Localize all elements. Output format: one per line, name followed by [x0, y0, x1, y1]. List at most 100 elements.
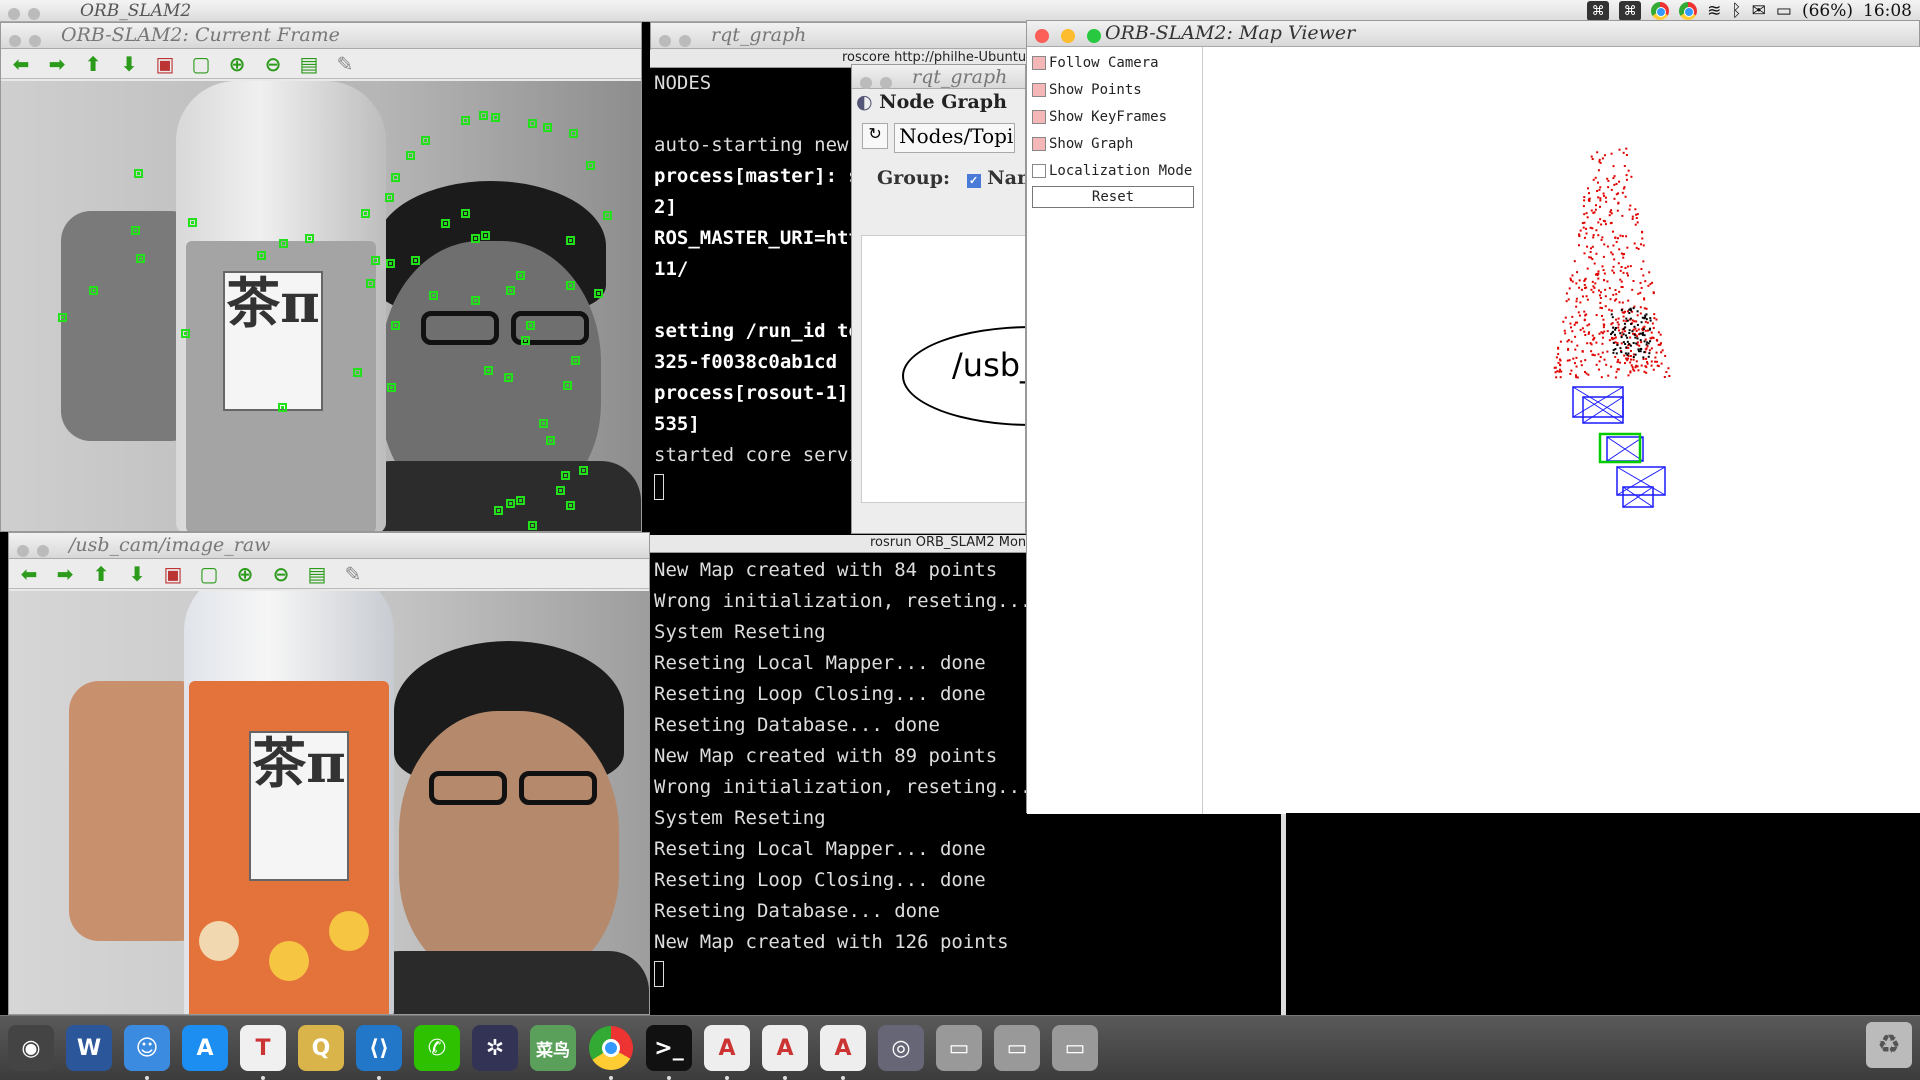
image-raw-titlebar[interactable]: /usb_cam/image_raw	[9, 533, 649, 559]
map-point	[1555, 376, 1558, 379]
arrow-down-icon[interactable]: ⬇	[123, 562, 151, 586]
checkbox[interactable]	[1032, 163, 1046, 178]
checkbox[interactable]	[1032, 82, 1046, 97]
window-controls[interactable]	[659, 30, 699, 52]
reset-button[interactable]: Reset	[1032, 186, 1194, 208]
save-icon[interactable]: ▤	[303, 562, 331, 586]
chrome-icon[interactable]	[1679, 2, 1698, 20]
app-store-icon[interactable]: A	[182, 1025, 228, 1071]
checkbox[interactable]	[1032, 109, 1046, 124]
zoom-out-icon[interactable]: ⊖	[259, 52, 287, 76]
arrow-up-icon[interactable]: ⬆	[79, 52, 107, 76]
orbslam-terminal-tab[interactable]: rosrun ORB_SLAM2 Mon	[650, 535, 1026, 553]
localization-mode-toggle[interactable]: Localization Mode	[1027, 157, 1202, 184]
close-icon[interactable]	[1035, 29, 1049, 43]
map-point	[1569, 277, 1572, 280]
network-icon[interactable]: ✲	[472, 1025, 518, 1071]
word-icon[interactable]: W	[66, 1025, 112, 1071]
show-graph-toggle[interactable]: Show Graph	[1027, 130, 1202, 157]
map-point	[1612, 244, 1615, 247]
rqt-titlebar[interactable]: rqt_graph	[852, 65, 1025, 89]
runoob-icon[interactable]: 菜鸟	[530, 1025, 576, 1071]
current-frame-titlebar[interactable]: ORB-SLAM2: Current Frame	[1, 23, 641, 49]
window-controls[interactable]	[17, 540, 57, 562]
rqt-back-titlebar[interactable]: rqt_graph	[651, 23, 1029, 49]
vscode-icon[interactable]: ⟨⟩	[356, 1025, 402, 1080]
fit-icon[interactable]: ▢	[195, 562, 223, 586]
text-editor-icon[interactable]: A	[704, 1025, 750, 1080]
terminal-icon[interactable]: >_	[646, 1025, 692, 1080]
follow-camera-toggle[interactable]: Follow Camera	[1027, 49, 1202, 76]
disk-icon[interactable]: ▭	[994, 1025, 1040, 1071]
graph-node[interactable]: /usb_	[902, 326, 1025, 426]
graph-canvas[interactable]: /usb_	[861, 235, 1025, 503]
save-icon[interactable]: ▤	[295, 52, 323, 76]
map-point	[1590, 209, 1593, 212]
roscore-terminal[interactable]: NODES auto-starting new ma process[master…	[650, 68, 851, 530]
arrow-right-icon[interactable]: ➡	[51, 562, 79, 586]
mode-select[interactable]: Nodes/Topics (	[894, 123, 1015, 153]
zoom-in-icon[interactable]: ⊕	[223, 52, 251, 76]
mail-icon[interactable]: ✉	[1752, 1, 1766, 21]
checkbox[interactable]	[1032, 136, 1046, 151]
arrow-down-icon[interactable]: ⬇	[115, 52, 143, 76]
maximize-icon[interactable]	[1087, 29, 1102, 43]
namespace-checkbox[interactable]: ✓	[966, 174, 981, 188]
arrow-left-icon[interactable]: ⬅	[7, 52, 35, 76]
map-3d-view[interactable]	[1203, 47, 1920, 814]
typora-icon[interactable]: T	[240, 1025, 286, 1080]
text-editor-icon[interactable]: A	[762, 1025, 808, 1080]
map-point	[1625, 154, 1628, 157]
zoom-in-icon[interactable]: ⊕	[231, 562, 259, 586]
chrome-icon[interactable]	[588, 1025, 634, 1080]
command-icon[interactable]: ⌘	[1587, 1, 1610, 21]
zoom-out-icon[interactable]: ⊖	[267, 562, 295, 586]
finder-icon[interactable]: ☺	[124, 1025, 170, 1080]
option-label: Show Graph	[1049, 135, 1134, 152]
network-globe-icon[interactable]: ◎	[878, 1025, 924, 1071]
image-icon[interactable]: ▣	[151, 52, 179, 76]
pick-icon[interactable]: ✎	[339, 562, 367, 586]
arrow-up-icon[interactable]: ⬆	[87, 562, 115, 586]
minimize-icon[interactable]	[1061, 29, 1076, 43]
map-point	[1596, 190, 1599, 193]
clock[interactable]: 16:08	[1863, 1, 1912, 21]
qq-icon[interactable]: Q	[298, 1025, 344, 1071]
show-keyframes-toggle[interactable]: Show KeyFrames	[1027, 103, 1202, 130]
pick-icon[interactable]: ✎	[331, 52, 359, 76]
map-point	[1597, 196, 1600, 199]
map-point	[1567, 339, 1570, 342]
map-point	[1575, 282, 1578, 285]
map-point	[1604, 196, 1607, 199]
map-point	[1576, 344, 1579, 347]
wechat-icon[interactable]: ✆	[414, 1025, 460, 1071]
battery-icon[interactable]: ▭	[1776, 1, 1792, 21]
map-point	[1585, 372, 1588, 375]
command-icon[interactable]: ⌘	[1619, 1, 1642, 21]
wifi-icon[interactable]: ≋	[1707, 1, 1721, 21]
chrome-icon[interactable]	[1651, 2, 1670, 20]
fit-icon[interactable]: ▢	[187, 52, 215, 76]
map-point	[1585, 295, 1588, 298]
trash-icon[interactable]: ♻	[1866, 1022, 1912, 1068]
refresh-button[interactable]: ↻	[862, 123, 889, 149]
window-controls[interactable]	[860, 72, 900, 94]
ubuntu-icon[interactable]: ◉	[8, 1025, 54, 1071]
text-editor-icon[interactable]: A	[820, 1025, 866, 1080]
map-point	[1627, 299, 1630, 302]
map-viewer-titlebar[interactable]: ORB-SLAM2: Map Viewer	[1027, 21, 1919, 47]
map-point	[1577, 244, 1580, 247]
map-point	[1639, 243, 1642, 246]
map-point	[1592, 178, 1595, 181]
window-controls[interactable]	[9, 30, 49, 52]
map-point	[1618, 290, 1621, 293]
checkbox[interactable]	[1032, 55, 1046, 70]
map-point	[1589, 250, 1592, 253]
arrow-right-icon[interactable]: ➡	[43, 52, 71, 76]
arrow-left-icon[interactable]: ⬅	[15, 562, 43, 586]
disk-icon[interactable]: ▭	[1052, 1025, 1098, 1071]
bluetooth-icon[interactable]: ᛒ	[1731, 1, 1741, 21]
show-points-toggle[interactable]: Show Points	[1027, 76, 1202, 103]
disk-icon[interactable]: ▭	[936, 1025, 982, 1071]
image-icon[interactable]: ▣	[159, 562, 187, 586]
